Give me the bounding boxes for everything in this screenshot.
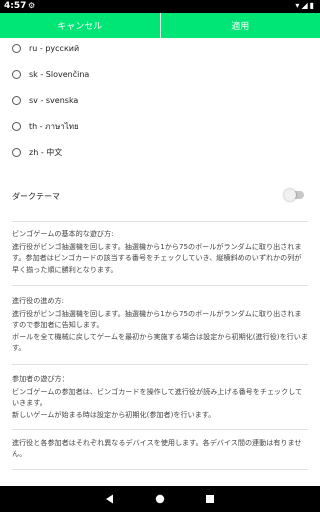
settings-content[interactable]: ru - русский sk - Slovenčina sv - svensk… bbox=[0, 38, 320, 486]
section-title: 参加者の遊び方： bbox=[12, 374, 69, 383]
apply-button[interactable]: 適用 bbox=[161, 13, 320, 38]
section-title: ビンゴゲームの基本的な遊び方: bbox=[12, 229, 114, 238]
dark-theme-toggle[interactable] bbox=[284, 189, 304, 201]
basic-rules-section: ビンゴゲームの基本的な遊び方: 進行役がビンゴ抽選機を回します。抽選機から1から… bbox=[12, 228, 308, 275]
recents-icon[interactable] bbox=[185, 494, 235, 504]
language-label: zh - 中文 bbox=[29, 147, 63, 157]
language-option-ru[interactable]: ru - русский bbox=[12, 41, 79, 55]
language-label: sv - svenska bbox=[29, 95, 79, 105]
home-icon[interactable] bbox=[135, 494, 185, 504]
radio-button[interactable] bbox=[12, 95, 21, 105]
action-bar: キャンセル 適用 bbox=[0, 13, 320, 38]
divider bbox=[12, 364, 308, 365]
language-label: sk - Slovenčina bbox=[29, 69, 90, 79]
battery-icon: ▮ bbox=[309, 1, 316, 10]
settings-icon: ⚙ bbox=[28, 1, 36, 10]
signal-icon: ◢ bbox=[301, 1, 310, 10]
section-title: 進行役の進め方: bbox=[12, 296, 65, 305]
radio-button[interactable] bbox=[12, 43, 21, 53]
language-option-sv[interactable]: sv - svenska bbox=[12, 93, 78, 107]
section-body: 進行役と各参加者はそれぞれ異なるデバイスを使用します。各デバイス間の連動は有りま… bbox=[12, 438, 302, 459]
radio-button[interactable] bbox=[12, 147, 21, 157]
cancel-button[interactable]: キャンセル bbox=[0, 13, 160, 38]
divider bbox=[12, 285, 308, 286]
dark-theme-label: ダークテーマ bbox=[12, 192, 60, 201]
toggle-knob bbox=[284, 189, 296, 201]
radio-button[interactable] bbox=[12, 69, 21, 79]
language-option-sk[interactable]: sk - Slovenčina bbox=[12, 67, 89, 81]
back-icon[interactable] bbox=[85, 494, 135, 504]
divider bbox=[12, 221, 308, 222]
status-time: 4:57 bbox=[4, 1, 27, 11]
language-option-zh[interactable]: zh - 中文 bbox=[12, 145, 62, 159]
language-label: th - ภาษาไทย bbox=[29, 121, 79, 131]
radio-button[interactable] bbox=[12, 121, 21, 131]
language-label: ru - русский bbox=[29, 43, 80, 53]
status-bar: 4:57 ⚙ ▾◢▮ bbox=[0, 0, 320, 13]
navigation-bar bbox=[0, 486, 320, 512]
host-guide-section: 進行役の進め方: 進行役がビンゴ抽選機を回します。抽選機から1から75のボールが… bbox=[12, 295, 308, 354]
divider bbox=[12, 429, 308, 430]
section-body: 進行役がビンゴ抽選機を回します。抽選機から1から75のボールがランダムに取り出さ… bbox=[12, 241, 302, 274]
section-body: ビンゴゲームの参加者は、ビンゴカードを操作して進行役が読み上げる番号をチェックし… bbox=[12, 386, 303, 419]
section-body: 進行役がビンゴ抽選機を回します。抽選機から1から75のボールがランダムに取り出さ… bbox=[12, 308, 308, 353]
language-option-th[interactable]: th - ภาษาไทย bbox=[12, 119, 79, 133]
dark-theme-row[interactable]: ダークテーマ bbox=[12, 188, 308, 204]
divider bbox=[12, 469, 308, 470]
action-divider bbox=[159, 13, 161, 38]
player-guide-section: 参加者の遊び方： ビンゴゲームの参加者は、ビンゴカードを操作して進行役が読み上げ… bbox=[12, 373, 308, 420]
device-note-section: 進行役と各参加者はそれぞれ異なるデバイスを使用します。各デバイス間の連動は有りま… bbox=[12, 437, 308, 460]
